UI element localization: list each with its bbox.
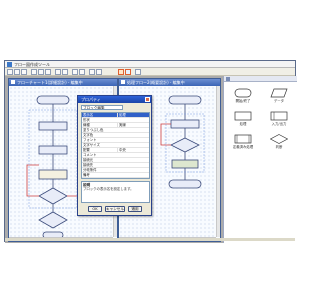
property-row[interactable]: 備考 [82,173,149,178]
status-bar [5,238,295,241]
property-name: 線種 [83,123,90,127]
apply-button[interactable]: 適用 [128,206,142,212]
grid-icon[interactable] [89,69,95,75]
window-title-bar: フローチャート1(詳細設計) - 編集中 [9,79,117,86]
open-icon[interactable] [14,69,20,75]
property-name: コメント [83,153,97,157]
window-title-bar: 処理フロー2(概要設計) - 編集中 [119,79,220,86]
description-panel: 説明 ブロックの表示名を設定します。 [81,181,150,203]
properties-dialog[interactable]: プロパティ ブロック編集 表示名 処理形状 線種 実線塗りつぶし色 文字色 フォント 文字サ… [77,95,152,216]
document-icon [121,80,125,84]
palette-item-label: 入力/出力 [271,122,287,126]
palette-item-predefined[interactable]: 定義済み処理 [225,130,261,152]
decision-block [38,187,68,205]
decision-shape-icon [270,134,288,144]
dialog-title: プロパティ [78,96,151,103]
process-block [170,119,200,129]
cancel-button[interactable]: キャンセル [105,206,125,212]
property-name: 塗りつぶし色 [83,128,104,132]
start-terminal [168,95,202,105]
property-value[interactable]: 処理 [117,113,149,117]
palette-item-input-output[interactable]: 入力/出力 [261,107,297,129]
align-icon[interactable] [96,69,102,75]
palette-item-data[interactable]: データ [261,84,297,106]
title-bar: フロー図作成ツール [5,61,295,68]
property-name: 表示名 [83,113,94,117]
shape-palette: 開始/終了 データ 処理 入力/出力 定義済み処理 判断 [223,76,297,243]
property-value[interactable]: 実線 [117,123,149,127]
new-icon[interactable] [7,69,13,75]
close-icon[interactable] [145,97,150,102]
palette-item-label: 処理 [239,122,247,126]
property-name: 文字色 [83,133,94,137]
properties-toolbar-button[interactable] [118,69,124,75]
save-icon[interactable] [21,69,27,75]
decision-block [170,137,200,153]
palette-item-terminal[interactable]: 開始/終了 [225,84,261,106]
process-block [38,121,68,131]
palette-item-label: 開始/終了 [235,99,251,103]
palette-header [224,76,297,82]
copy-icon[interactable] [38,69,44,75]
predefined-process-shape-icon [234,134,252,144]
paste-icon[interactable] [45,69,51,75]
property-name: 接続元 [83,158,94,162]
property-value[interactable]: 中央 [117,148,149,152]
connector-toolbar-button[interactable] [125,69,131,75]
property-name: フォント [83,138,97,142]
property-name: 分岐条件 [83,168,97,172]
palette-item-label: データ [273,99,285,103]
property-name: 接続先 [83,163,94,167]
zoom-in-icon[interactable] [72,69,78,75]
start-terminal [36,95,70,105]
end-terminal [168,179,202,189]
palette-item-process[interactable]: 処理 [225,107,261,129]
palette-item-decision[interactable]: 判断 [261,130,297,152]
terminal-shape-icon [234,88,252,98]
redo-icon[interactable] [62,69,68,75]
description-text: ブロックの表示名を設定します。 [83,187,134,191]
data-shape-icon [270,88,288,98]
app-title: フロー図作成ツール [14,62,50,67]
cut-icon[interactable] [31,69,37,75]
process-block [171,159,199,169]
zoom-out-icon[interactable] [79,69,85,75]
property-grid[interactable]: 表示名 処理形状 線種 実線塗りつぶし色 文字色 フォント 文字サイズ 配置 中央コメント 接続元… [81,112,150,179]
window-title: フローチャート1(詳細設計) - 編集中 [17,80,83,85]
palette-item-label: 判断 [275,145,283,149]
property-name: 文字サイズ [83,143,100,147]
app-icon [7,62,12,67]
window-title: 処理フロー2(概要設計) - 編集中 [127,80,185,85]
ok-button[interactable]: OK [88,206,102,212]
object-select-field[interactable]: ブロック編集 [81,105,123,110]
palette-item-label: 定義済み処理 [232,145,254,149]
property-name: 備考 [83,173,90,177]
io-shape-icon [270,111,288,121]
process-block [38,169,68,180]
property-name: 配置 [83,148,90,152]
process-shape-icon [234,111,252,121]
decision-block [38,211,68,229]
undo-icon[interactable] [55,69,61,75]
document-icon [11,80,15,84]
toolbar [5,68,295,76]
property-name: 形状 [83,118,90,122]
palette-icon [226,77,230,81]
print-icon[interactable] [135,69,141,75]
vertical-scrollbar[interactable] [216,86,220,237]
process-block [38,145,68,155]
